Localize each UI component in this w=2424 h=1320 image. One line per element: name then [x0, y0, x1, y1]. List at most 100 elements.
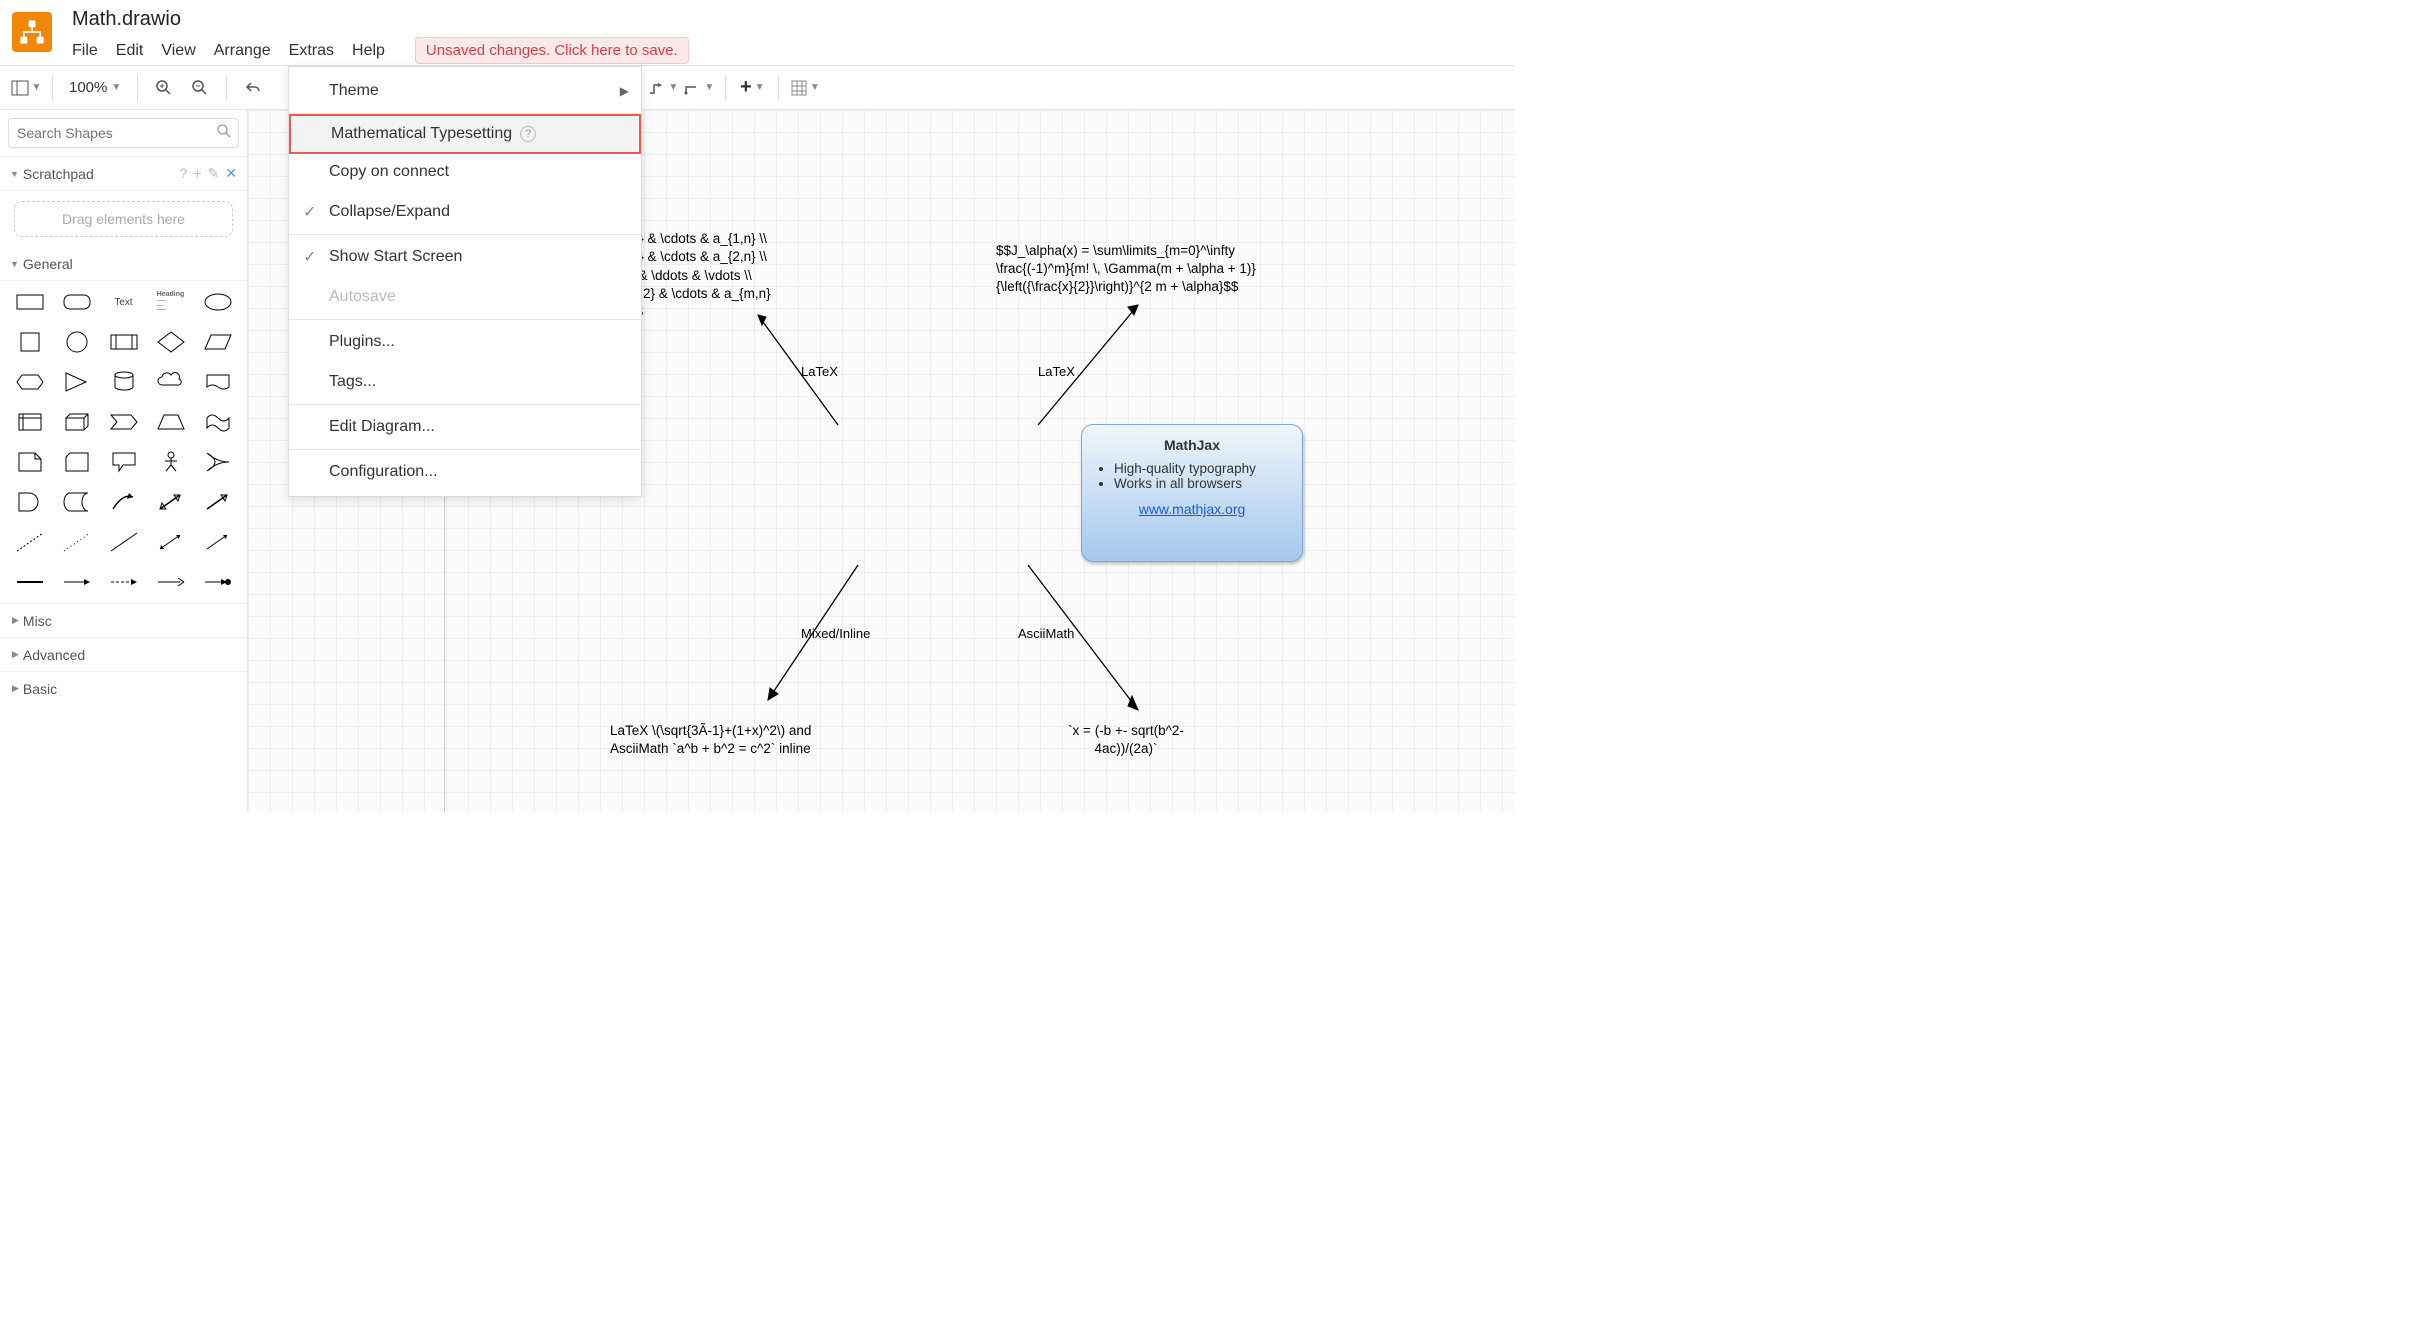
- mathjax-bullet-2: Works in all browsers: [1114, 476, 1288, 491]
- node-bessel-text[interactable]: $$J_\alpha(x) = \sum\limits_{m=0}^\infty…: [996, 242, 1296, 297]
- category-basic[interactable]: ▶Basic: [0, 671, 247, 705]
- label-latex-right[interactable]: LaTeX: [1038, 364, 1075, 379]
- shape-cylinder[interactable]: [102, 365, 145, 399]
- shape-bidir-arrow[interactable]: [149, 485, 192, 519]
- menu-item-collapse-expand[interactable]: ✓ Collapse/Expand: [289, 192, 641, 232]
- menu-item-autosave: Autosave: [289, 277, 641, 317]
- menu-arrange[interactable]: Arrange: [214, 42, 271, 60]
- shape-and[interactable]: [8, 485, 51, 519]
- shape-heading[interactable]: Heading━━━━━━━━━━━: [149, 285, 192, 319]
- category-advanced[interactable]: ▶Advanced: [0, 637, 247, 671]
- label-ascii[interactable]: AsciiMath: [1018, 626, 1074, 641]
- help-icon[interactable]: ?: [520, 126, 536, 142]
- node-mathjax-box[interactable]: MathJax High-quality typography Works in…: [1081, 424, 1303, 562]
- shape-line[interactable]: [102, 525, 145, 559]
- shape-card[interactable]: [55, 445, 98, 479]
- submenu-arrow-icon: ▶: [620, 84, 629, 98]
- zoom-in-button[interactable]: [148, 73, 180, 103]
- shape-note[interactable]: [8, 445, 51, 479]
- shape-connector-circle[interactable]: [196, 565, 239, 599]
- shape-or[interactable]: [196, 445, 239, 479]
- check-icon: ✓: [303, 247, 316, 267]
- zoom-control[interactable]: 100%▼: [63, 79, 127, 96]
- shape-triangle[interactable]: [55, 365, 98, 399]
- shape-circle[interactable]: [55, 325, 98, 359]
- shape-connector-dashed[interactable]: [102, 565, 145, 599]
- zoom-out-button[interactable]: [184, 73, 216, 103]
- shape-square[interactable]: [8, 325, 51, 359]
- shape-step[interactable]: [102, 405, 145, 439]
- add-icon[interactable]: +: [193, 165, 201, 182]
- shape-dotted-line[interactable]: [55, 525, 98, 559]
- connection-button[interactable]: ▼: [683, 73, 715, 103]
- menu-item-show-start-screen[interactable]: ✓ Show Start Screen: [289, 237, 641, 277]
- mathjax-title: MathJax: [1096, 437, 1288, 453]
- shape-arrow[interactable]: [196, 485, 239, 519]
- mathjax-link[interactable]: www.mathjax.org: [1096, 501, 1288, 517]
- shape-thin-arrow[interactable]: [196, 525, 239, 559]
- close-icon[interactable]: ✕: [225, 165, 237, 182]
- table-button[interactable]: ▼: [789, 73, 821, 103]
- collapse-icon[interactable]: ▼: [10, 259, 19, 269]
- waypoint-button[interactable]: ▼: [647, 73, 679, 103]
- shape-internal-storage[interactable]: [8, 405, 51, 439]
- mathjax-bullet-1: High-quality typography: [1114, 461, 1288, 476]
- collapse-icon[interactable]: ▼: [10, 169, 19, 179]
- menu-help[interactable]: Help: [352, 42, 385, 60]
- app-logo[interactable]: [12, 12, 52, 52]
- edit-icon[interactable]: ✎: [208, 165, 220, 182]
- scratchpad-label[interactable]: Scratchpad: [23, 166, 94, 182]
- menu-edit[interactable]: Edit: [116, 42, 144, 60]
- menu-file[interactable]: File: [72, 42, 98, 60]
- menu-item-edit-diagram[interactable]: Edit Diagram...: [289, 407, 641, 447]
- shape-dashed-line[interactable]: [8, 525, 51, 559]
- shape-document[interactable]: [196, 365, 239, 399]
- insert-button[interactable]: +▼: [736, 73, 768, 103]
- shape-rectangle[interactable]: [8, 285, 51, 319]
- undo-button[interactable]: [237, 73, 269, 103]
- shape-rounded-rect[interactable]: [55, 285, 98, 319]
- category-misc[interactable]: ▶Misc: [0, 603, 247, 637]
- shape-bidir-thin-arrow[interactable]: [149, 525, 192, 559]
- node-mixed-text[interactable]: LaTeX \(\sqrt{3Ã-1}+(1+x)^2\) and AsciiM…: [610, 722, 860, 758]
- shape-connector-solid[interactable]: [8, 565, 51, 599]
- menu-item-math-typesetting[interactable]: Mathematical Typesetting ?: [289, 114, 641, 154]
- menu-extras[interactable]: Extras: [289, 42, 334, 60]
- menu-item-configuration[interactable]: Configuration...: [289, 452, 641, 492]
- node-ascii-text[interactable]: `x = (-b +- sqrt(b^2-4ac))/(2a)`: [1046, 722, 1206, 758]
- shape-connector-thin[interactable]: [55, 565, 98, 599]
- save-banner[interactable]: Unsaved changes. Click here to save.: [415, 37, 689, 64]
- help-icon[interactable]: ?: [180, 165, 188, 182]
- menu-view[interactable]: View: [161, 42, 195, 60]
- shape-connector-open[interactable]: [149, 565, 192, 599]
- shape-trapezoid[interactable]: [149, 405, 192, 439]
- toolbar: ▼ 100%▼ ▼ ▼ +▼ ▼: [0, 66, 1515, 110]
- label-latex-left[interactable]: LaTeX: [801, 364, 838, 379]
- shape-hexagon[interactable]: [8, 365, 51, 399]
- shape-ellipse[interactable]: [196, 285, 239, 319]
- sidebar-toggle-button[interactable]: ▼: [10, 73, 42, 103]
- shape-actor[interactable]: [149, 445, 192, 479]
- shape-curve-arrow[interactable]: [102, 485, 145, 519]
- shape-text[interactable]: Text: [102, 285, 145, 319]
- document-title[interactable]: Math.drawio: [72, 8, 689, 31]
- scratchpad-dropzone[interactable]: Drag elements here: [14, 201, 233, 237]
- search-icon: [217, 124, 231, 141]
- search-input[interactable]: [8, 118, 239, 148]
- label-mixed[interactable]: Mixed/Inline: [801, 626, 870, 641]
- shape-cloud[interactable]: [149, 365, 192, 399]
- shape-callout[interactable]: [102, 445, 145, 479]
- shape-data-storage[interactable]: [55, 485, 98, 519]
- canvas[interactable]: } ,2} & \cdots & a_{1,n} \\ ,2} & \cdots…: [248, 110, 1515, 812]
- shape-cube[interactable]: [55, 405, 98, 439]
- shape-process[interactable]: [102, 325, 145, 359]
- menu-item-tags[interactable]: Tags...: [289, 362, 641, 402]
- shape-diamond[interactable]: [149, 325, 192, 359]
- menu-item-copy-on-connect[interactable]: Copy on connect: [289, 152, 641, 192]
- general-label[interactable]: General: [23, 256, 73, 272]
- shape-parallelogram[interactable]: [196, 325, 239, 359]
- menu-item-theme[interactable]: Theme ▶: [289, 71, 641, 111]
- menu-item-plugins[interactable]: Plugins...: [289, 322, 641, 362]
- shape-tape[interactable]: [196, 405, 239, 439]
- shape-palette: Text Heading━━━━━━━━━━━: [0, 281, 247, 603]
